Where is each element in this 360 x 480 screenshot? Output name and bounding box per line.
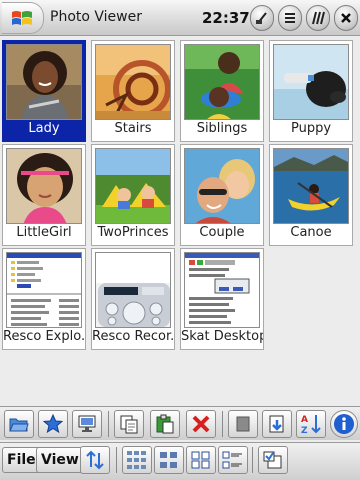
svg-text:A: A bbox=[301, 415, 308, 425]
photo-thumb-siblings[interactable]: Siblings bbox=[180, 40, 264, 142]
photo-thumb-canoe[interactable]: Canoe bbox=[269, 144, 353, 246]
photo-image-twoprinces bbox=[95, 148, 171, 224]
save-down-icon[interactable] bbox=[262, 410, 292, 438]
photo-image-puppy bbox=[273, 44, 349, 120]
photo-thumb-couple[interactable]: Couple bbox=[180, 144, 264, 246]
toolbar-separator bbox=[108, 411, 109, 437]
photo-thumb-stairs[interactable]: Stairs bbox=[91, 40, 175, 142]
signal-icon[interactable] bbox=[306, 5, 330, 31]
photo-caption: Canoe bbox=[290, 225, 332, 240]
photo-thumb-puppy[interactable]: Puppy bbox=[269, 40, 353, 142]
photo-image-couple bbox=[184, 148, 260, 224]
keyboard-icon[interactable] bbox=[250, 5, 274, 31]
large-thumbs-icon[interactable] bbox=[122, 446, 152, 474]
photo-caption: TwoPrinces bbox=[97, 225, 169, 240]
photo-caption: Couple bbox=[199, 225, 245, 240]
photo-image-littlegirl bbox=[6, 148, 82, 224]
action-toolbar: AZ bbox=[0, 406, 360, 440]
windows-flag-icon bbox=[12, 11, 32, 25]
photo-thumb-lady[interactable]: Lady bbox=[2, 40, 86, 142]
photo-image-siblings bbox=[184, 44, 260, 120]
paste-icon[interactable] bbox=[150, 410, 180, 438]
photo-thumb-resco-explorer[interactable]: Resco Explo... bbox=[2, 248, 86, 350]
list-view-icon[interactable] bbox=[278, 5, 302, 31]
file-menu-button[interactable]: File bbox=[2, 447, 41, 473]
toolbar-separator bbox=[222, 411, 223, 437]
toolbar-separator bbox=[116, 447, 117, 473]
details-icon[interactable] bbox=[218, 446, 248, 474]
menu-bar: File View bbox=[0, 442, 360, 480]
svg-text:Z: Z bbox=[301, 426, 308, 435]
open-folder-icon[interactable] bbox=[4, 410, 34, 438]
blank-icon[interactable] bbox=[228, 410, 258, 438]
photo-caption: Resco Recor... bbox=[92, 329, 174, 344]
clock[interactable]: 22:37 bbox=[202, 9, 250, 27]
delete-icon[interactable] bbox=[186, 410, 216, 438]
close-icon[interactable] bbox=[334, 5, 358, 31]
photo-caption: Resco Explo... bbox=[3, 329, 85, 344]
sort-az-icon[interactable]: AZ bbox=[296, 410, 326, 438]
favorite-star-icon[interactable] bbox=[38, 410, 68, 438]
photo-thumb-skat-desktop[interactable]: Skat Desktop bbox=[180, 248, 264, 350]
title-bar: Photo Viewer 22:37 bbox=[0, 0, 360, 36]
medium-thumbs-icon[interactable] bbox=[154, 446, 184, 474]
photo-thumb-twoprinces[interactable]: TwoPrinces bbox=[91, 144, 175, 246]
small-thumbs-icon[interactable] bbox=[186, 446, 216, 474]
view-menu-button[interactable]: View bbox=[36, 447, 84, 473]
info-icon[interactable] bbox=[330, 410, 358, 438]
monitor-icon[interactable] bbox=[72, 410, 102, 438]
photo-image-stairs bbox=[95, 44, 171, 120]
photo-caption: LittleGirl bbox=[16, 225, 72, 240]
photo-caption: Siblings bbox=[196, 121, 248, 136]
photo-caption: Puppy bbox=[290, 121, 332, 136]
photo-image-resco-explorer bbox=[6, 252, 82, 328]
copy-icon[interactable] bbox=[114, 410, 144, 438]
photo-thumb-littlegirl[interactable]: LittleGirl bbox=[2, 144, 86, 246]
sort-updown-icon[interactable] bbox=[80, 446, 110, 474]
photo-image-canoe bbox=[273, 148, 349, 224]
photo-image-resco-recorder bbox=[95, 252, 171, 328]
photo-caption: Skat Desktop bbox=[181, 329, 263, 344]
photo-image-lady bbox=[6, 44, 82, 120]
select-icon[interactable] bbox=[258, 446, 288, 474]
photo-image-skat-desktop bbox=[184, 252, 260, 328]
photo-caption: Lady bbox=[28, 121, 60, 136]
photo-thumb-resco-recorder[interactable]: Resco Recor... bbox=[91, 248, 175, 350]
photo-caption: Stairs bbox=[114, 121, 152, 136]
toolbar-separator bbox=[252, 447, 253, 473]
window-title: Photo Viewer bbox=[50, 9, 142, 25]
photo-grid: Lady Stairs Siblings Puppy LittleGirl Tw… bbox=[0, 38, 360, 350]
start-button[interactable] bbox=[2, 2, 44, 34]
